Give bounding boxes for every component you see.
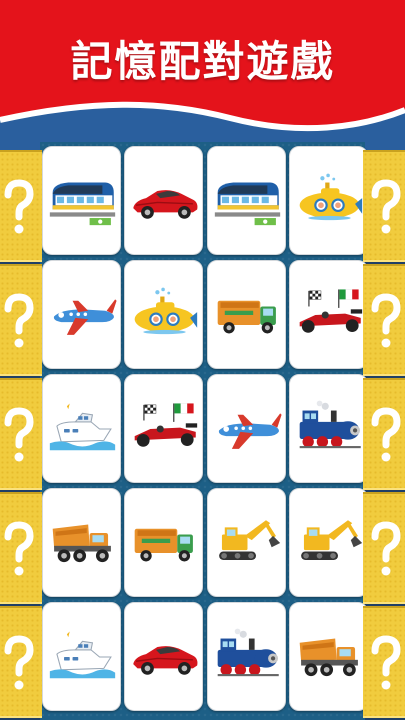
race-car-italy-flag-icon xyxy=(134,403,198,447)
question-mark-icon xyxy=(371,407,401,462)
header: 記憶配對遊戲 xyxy=(0,0,405,150)
left-question-column xyxy=(0,150,42,720)
left-question-tile xyxy=(0,264,42,376)
memory-card[interactable] xyxy=(288,374,368,483)
yellow-submarine-icon xyxy=(134,287,198,335)
memory-card[interactable] xyxy=(124,602,204,711)
question-mark-icon xyxy=(4,293,34,348)
speedboat-icon xyxy=(49,403,116,451)
left-question-tile xyxy=(0,606,42,718)
memory-card[interactable] xyxy=(124,374,204,483)
memory-card[interactable] xyxy=(206,146,286,255)
memory-card[interactable] xyxy=(288,260,368,369)
memory-card[interactable] xyxy=(124,260,204,369)
question-mark-icon xyxy=(371,179,401,234)
question-mark-icon xyxy=(371,635,401,690)
bullet-train-icon xyxy=(49,182,116,226)
question-mark-icon xyxy=(4,635,34,690)
memory-card[interactable] xyxy=(206,374,286,483)
question-mark-icon xyxy=(4,521,34,576)
blue-airplane-icon xyxy=(53,299,117,335)
game-title: 記憶配對遊戲 xyxy=(70,37,335,86)
dump-truck-icon xyxy=(52,524,111,563)
speedboat-icon xyxy=(49,631,116,679)
right-question-tile xyxy=(363,264,405,376)
left-question-tile xyxy=(0,492,42,604)
memory-card[interactable] xyxy=(288,488,368,597)
memory-card[interactable] xyxy=(206,488,286,597)
garbage-truck-icon xyxy=(134,528,194,562)
memory-card[interactable] xyxy=(124,146,204,255)
yellow-submarine-icon xyxy=(299,173,363,221)
memory-card[interactable] xyxy=(42,602,121,711)
memory-card[interactable] xyxy=(288,146,368,255)
card-board xyxy=(40,142,368,720)
race-car-italy-flag-icon xyxy=(299,289,363,333)
bullet-train-icon xyxy=(214,182,280,226)
memory-card[interactable] xyxy=(42,488,121,597)
steam-locomotive-icon xyxy=(217,628,279,677)
question-mark-icon xyxy=(371,293,401,348)
memory-card[interactable] xyxy=(42,146,121,255)
dump-truck-icon xyxy=(299,638,358,677)
red-sports-car-icon xyxy=(133,190,198,219)
memory-card[interactable] xyxy=(42,374,121,483)
memory-card[interactable] xyxy=(288,602,368,711)
question-mark-icon xyxy=(4,179,34,234)
memory-card[interactable] xyxy=(124,488,204,597)
right-question-tile xyxy=(363,150,405,262)
garbage-truck-icon xyxy=(217,300,276,334)
right-question-tile xyxy=(363,492,405,604)
question-mark-icon xyxy=(4,407,34,462)
excavator-icon xyxy=(218,520,280,561)
question-mark-icon xyxy=(371,521,401,576)
right-question-column xyxy=(363,150,405,720)
left-question-tile xyxy=(0,378,42,490)
memory-card[interactable] xyxy=(206,260,286,369)
memory-card[interactable] xyxy=(206,602,286,711)
right-question-tile xyxy=(363,378,405,490)
memory-card[interactable] xyxy=(42,260,121,369)
left-question-tile xyxy=(0,150,42,262)
blue-airplane-icon xyxy=(218,413,282,449)
excavator-icon xyxy=(300,520,363,561)
steam-locomotive-icon xyxy=(299,400,361,449)
right-question-tile xyxy=(363,606,405,718)
red-sports-car-icon xyxy=(133,646,198,675)
